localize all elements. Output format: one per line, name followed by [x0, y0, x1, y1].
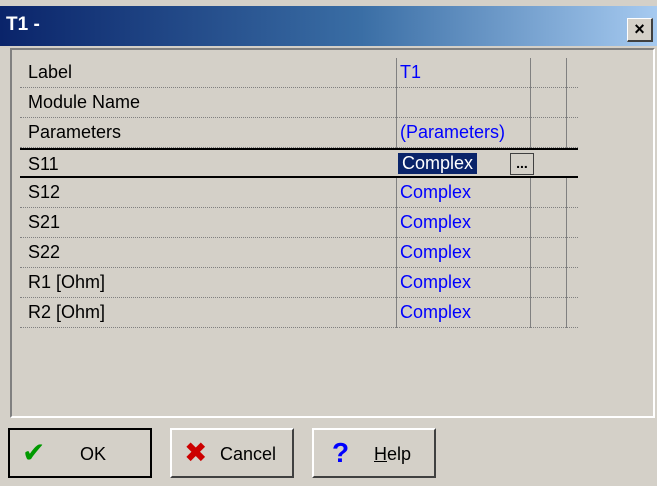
close-button[interactable]: × — [627, 18, 653, 42]
selected-value[interactable]: Complex — [398, 153, 478, 174]
window-title: T1 - — [6, 14, 40, 35]
grid-row-parameters[interactable]: Parameters (Parameters) — [20, 118, 578, 148]
property-grid-panel: Label T1 Module Name Parameters (Paramet… — [10, 48, 655, 418]
row-label: S21 — [28, 212, 61, 232]
grid-row-s22[interactable]: S22 Complex — [20, 238, 578, 268]
row-value[interactable]: Complex — [400, 212, 471, 233]
row-value[interactable]: Complex — [400, 242, 471, 263]
close-icon: × — [634, 19, 645, 39]
help-label: Help — [374, 444, 412, 464]
row-value[interactable]: Complex — [400, 182, 471, 203]
grid-row-r1[interactable]: R1 [Ohm] Complex — [20, 268, 578, 298]
dialog-client-area: Label T1 Module Name Parameters (Paramet… — [10, 48, 655, 418]
row-value[interactable]: (Parameters) — [400, 122, 505, 143]
grid-row-r2[interactable]: R2 [Ohm] Complex — [20, 298, 578, 328]
ok-button[interactable]: ✔ OK — [8, 428, 152, 478]
row-label: Parameters — [28, 122, 122, 142]
check-icon: ✔ — [22, 437, 46, 468]
x-icon: ✖ — [184, 437, 208, 468]
row-label: S12 — [28, 182, 61, 202]
ellipsis-button[interactable]: ... — [510, 153, 534, 175]
row-label: S11 — [28, 154, 59, 174]
row-value[interactable]: Complex — [400, 272, 471, 293]
row-value[interactable]: Complex — [400, 302, 471, 323]
grid-row-label[interactable]: Label T1 — [20, 58, 578, 88]
row-label: R1 [Ohm] — [28, 272, 106, 292]
title-bar: T1 - × — [0, 6, 657, 46]
grid-row-module-name[interactable]: Module Name — [20, 88, 578, 118]
row-label: Module Name — [28, 92, 141, 112]
property-grid: Label T1 Module Name Parameters (Paramet… — [20, 58, 578, 328]
cancel-button[interactable]: ✖ Cancel — [170, 428, 294, 478]
row-value[interactable]: T1 — [400, 62, 421, 83]
grid-row-s11[interactable]: S11 Complex ... — [20, 148, 578, 178]
grid-row-s12[interactable]: S12 Complex — [20, 178, 578, 208]
row-label: R2 [Ohm] — [28, 302, 106, 322]
grid-row-s21[interactable]: S21 Complex — [20, 208, 578, 238]
ellipsis-icon: ... — [516, 155, 528, 171]
question-icon: ? — [332, 437, 350, 468]
row-label: Label — [28, 62, 73, 82]
help-button[interactable]: ? Help — [312, 428, 436, 478]
row-label: S22 — [28, 242, 61, 262]
